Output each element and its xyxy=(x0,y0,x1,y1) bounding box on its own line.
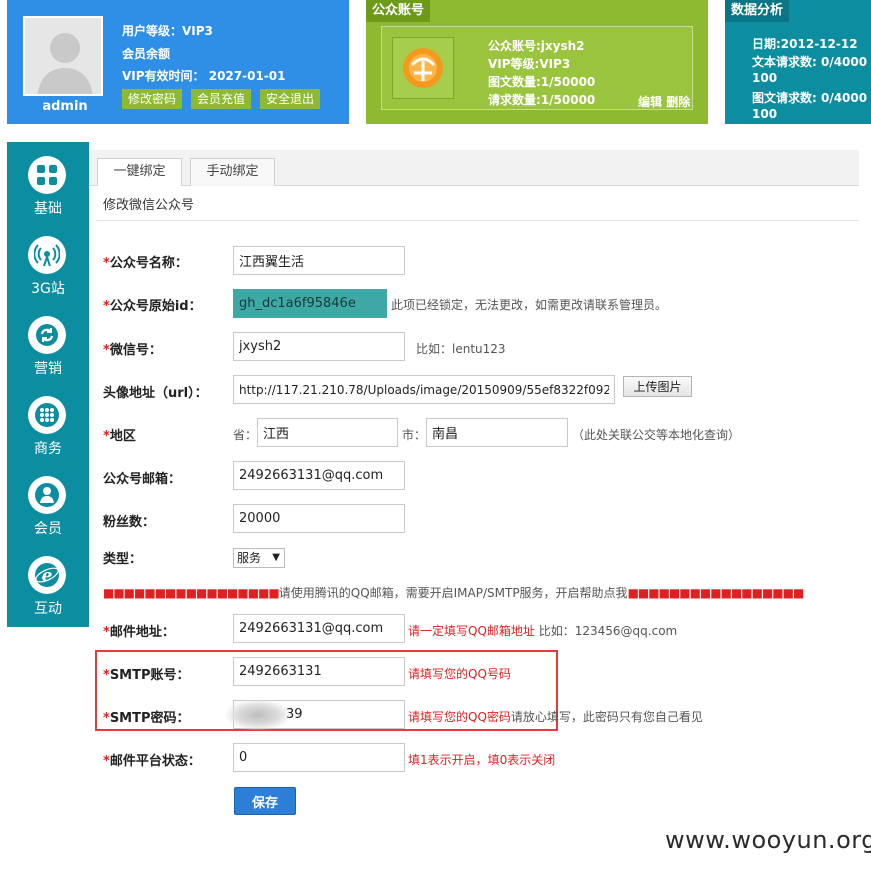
section-divider xyxy=(96,220,859,221)
ie-icon: e xyxy=(28,556,66,594)
recharge-button[interactable]: 会员充值 xyxy=(191,89,252,109)
sidebar: 基础 3G站 营销 商务 会员 e 互动 xyxy=(7,142,89,627)
original-id-label: *公众号原始id： xyxy=(103,299,202,314)
user-panel: admin 用户等级：VIP3 会员余额 VIP有效时间： 2027-01-01… xyxy=(7,0,349,124)
refresh-icon xyxy=(28,316,66,354)
city-input[interactable] xyxy=(426,418,568,447)
grid-icon xyxy=(28,156,66,194)
username: admin xyxy=(42,99,88,114)
watermark: www.wooyun.org xyxy=(665,826,871,854)
original-id-input[interactable] xyxy=(233,289,387,318)
fans-label: 粉丝数： xyxy=(103,515,156,530)
wechat-account-id: 公众账号:jxysh2 xyxy=(488,39,585,53)
smtp-account-label: *SMTP账号： xyxy=(103,668,190,683)
type-select[interactable]: 服务 ▼ xyxy=(233,548,285,568)
tab-bar: 一键绑定 手动绑定 xyxy=(89,150,859,186)
delete-link[interactable]: 删除 xyxy=(666,95,690,109)
original-id-hint: 此项已经锁定，无法更改，如需更改请联系管理员。 xyxy=(391,298,668,312)
smtp-password-hint: 请填写您的QQ密码请放心填写，此密码只有您自己看见 xyxy=(408,710,703,724)
mail-address-hint: 请一定填写QQ邮箱地址 比如：123456@qq.com xyxy=(408,624,678,638)
stats-panel-title: 数据分析 xyxy=(725,0,790,22)
mail-state-label: *邮件平台状态： xyxy=(103,754,201,769)
qq-mail-notice: ■■■■■■■■■■■■■■■■■请使用腾讯的QQ邮箱，需要开启IMAP/SMT… xyxy=(103,584,805,601)
wechat-id-input[interactable] xyxy=(233,332,405,361)
wechat-id-label: *微信号： xyxy=(103,343,162,358)
person-icon xyxy=(28,476,66,514)
sidebar-item-business[interactable]: 商务 xyxy=(7,396,89,476)
wechat-panel-title: 公众账号 xyxy=(366,0,431,22)
sidebar-label: 商务 xyxy=(34,441,62,457)
stats-image-requests: 图文请求数: 0/4000 xyxy=(752,91,868,105)
wechat-actions: 编辑 删除 xyxy=(638,93,690,110)
notice-bar-right: ■■■■■■■■■■■■■■■■■ xyxy=(627,586,805,600)
logout-button[interactable]: 安全退出 xyxy=(260,89,321,109)
edit-link[interactable]: 编辑 xyxy=(638,95,662,109)
wechat-account-panel: 公众账号 公众账号:jxysh2 VIP等级:VIP3 图文数量:1/50000… xyxy=(366,0,708,124)
smtp-password-label: *SMTP密码： xyxy=(103,711,190,726)
city-label: 市： xyxy=(402,428,427,442)
avatar xyxy=(23,16,103,96)
sidebar-label: 基础 xyxy=(34,201,62,217)
tab-one-click-bind[interactable]: 一键绑定 xyxy=(97,158,182,186)
user-level: 用户等级：VIP3 xyxy=(122,24,213,38)
province-input[interactable] xyxy=(257,418,398,447)
signal-icon xyxy=(28,236,66,274)
notice-text[interactable]: 请使用腾讯的QQ邮箱，需要开启IMAP/SMTP服务，开启帮助点我 xyxy=(279,586,628,600)
vip-expire: VIP有效时间： 2027-01-01 xyxy=(122,69,286,83)
stats-text-requests: 文本请求数: 0/4000 xyxy=(752,55,868,69)
account-email-input[interactable] xyxy=(233,461,405,490)
sidebar-item-interaction[interactable]: e 互动 xyxy=(7,556,89,636)
mail-state-hint: 填1表示开启，填0表示关闭 xyxy=(408,753,556,767)
sidebar-label: 3G站 xyxy=(31,281,65,297)
mail-address-label: *邮件地址： xyxy=(103,625,175,640)
avatar-url-input[interactable] xyxy=(233,375,615,404)
stats-date: 日期:2012-12-12 xyxy=(752,37,858,51)
wechat-logo-icon xyxy=(392,37,454,99)
stats-text-requests-cont: 100 xyxy=(752,71,778,85)
sidebar-label: 互动 xyxy=(34,601,62,617)
save-button[interactable]: 保存 xyxy=(234,787,296,815)
sidebar-item-marketing[interactable]: 营销 xyxy=(7,316,89,396)
wechat-request-count: 请求数量:1/50000 xyxy=(488,93,596,107)
region-label: *地区 xyxy=(103,429,136,444)
type-label: 类型： xyxy=(103,552,143,567)
email-label: 公众号邮箱： xyxy=(103,472,182,487)
section-title: 修改微信公众号 xyxy=(103,198,195,213)
avatar-placeholder-icon xyxy=(25,18,101,94)
wechat-article-count: 图文数量:1/50000 xyxy=(488,75,596,89)
account-name-input[interactable] xyxy=(233,246,405,275)
mail-address-input[interactable] xyxy=(233,614,405,643)
stats-panel: 数据分析 日期:2012-12-12 文本请求数: 0/4000 100 图文请… xyxy=(725,0,871,124)
notice-bar-left: ■■■■■■■■■■■■■■■■■ xyxy=(103,586,280,600)
avatar-url-label: 头像地址（url）： xyxy=(103,386,208,401)
sidebar-item-3g[interactable]: 3G站 xyxy=(7,236,89,316)
upload-image-button[interactable]: 上传图片 xyxy=(623,376,692,397)
sidebar-item-basic[interactable]: 基础 xyxy=(7,156,89,236)
mail-state-input[interactable] xyxy=(233,743,405,772)
name-label: *公众号名称： xyxy=(103,256,188,271)
stats-image-requests-cont: 100 xyxy=(752,107,778,121)
smtp-account-input[interactable] xyxy=(233,657,405,686)
province-label: 省： xyxy=(233,428,258,442)
chevron-down-icon: ▼ xyxy=(272,552,280,563)
sidebar-label: 营销 xyxy=(34,361,62,377)
wechat-account-card: 公众账号:jxysh2 VIP等级:VIP3 图文数量:1/50000 请求数量… xyxy=(381,26,693,110)
dots-grid-icon xyxy=(28,396,66,434)
wechat-vip-level: VIP等级:VIP3 xyxy=(488,57,571,71)
redaction-blur xyxy=(226,700,290,730)
region-hint: （此处关联公交等本地化查询） xyxy=(572,428,741,442)
wechat-id-hint: 比如：lentu123 xyxy=(416,342,506,356)
sidebar-item-member[interactable]: 会员 xyxy=(7,476,89,556)
tab-manual-bind[interactable]: 手动绑定 xyxy=(190,158,275,186)
change-password-button[interactable]: 修改密码 xyxy=(122,89,183,109)
fans-count-input[interactable] xyxy=(233,504,405,533)
user-balance: 会员余额 xyxy=(122,47,171,61)
sidebar-label: 会员 xyxy=(34,521,62,537)
smtp-account-hint: 请填写您的QQ号码 xyxy=(408,667,511,681)
